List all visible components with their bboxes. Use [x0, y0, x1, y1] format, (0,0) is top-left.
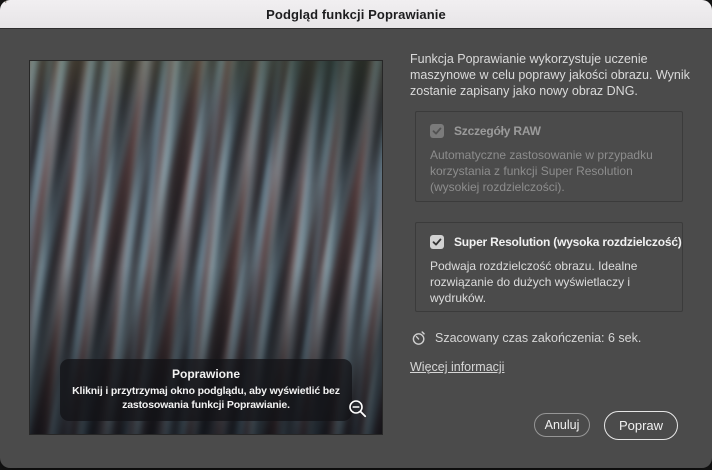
estimated-time-row: Szacowany czas zakończenia: 6 sek.	[411, 330, 641, 346]
enhanced-tooltip-badge: Poprawione Kliknij i przytrzymaj okno po…	[60, 359, 352, 421]
checkmark-icon	[432, 126, 442, 136]
estimated-time-text: Szacowany czas zakończenia: 6 sek.	[435, 331, 641, 345]
super-resolution-description: Podwaja rozdzielczość obrazu. Idealne ro…	[430, 258, 668, 306]
dialog-title: Podgląd funkcji Poprawianie	[266, 7, 446, 22]
raw-details-checkbox	[430, 124, 444, 138]
enhance-description: Funkcja Poprawianie wykorzystuje uczenie…	[410, 51, 702, 99]
zoom-out-magnifier-icon[interactable]	[347, 398, 369, 420]
badge-instruction: Kliknij i przytrzymaj okno podglądu, aby…	[70, 384, 342, 412]
close-icon[interactable]: ✕	[0, 0, 9, 7]
raw-details-label: Szczegóły RAW	[454, 124, 541, 138]
dialog-titlebar: ✕ Podgląd funkcji Poprawianie	[0, 0, 712, 29]
badge-title: Poprawione	[70, 367, 342, 381]
checkmark-icon	[432, 237, 442, 247]
more-info-link[interactable]: Więcej informacji	[410, 360, 504, 374]
stopwatch-icon	[411, 330, 427, 346]
option-super-resolution: Super Resolution (wysoka rozdzielczość) …	[415, 222, 683, 312]
option-raw-details: Szczegóły RAW Automatyczne zastosowanie …	[415, 111, 683, 202]
enhance-button[interactable]: Popraw	[604, 411, 678, 440]
cancel-button[interactable]: Anuluj	[534, 413, 590, 437]
super-resolution-checkbox[interactable]	[430, 235, 444, 249]
enhance-preview-image[interactable]: Poprawione Kliknij i przytrzymaj okno po…	[29, 60, 383, 435]
super-resolution-label: Super Resolution (wysoka rozdzielczość)	[454, 235, 682, 249]
enhance-preview-dialog: ✕ Podgląd funkcji Poprawianie Poprawione…	[0, 0, 712, 468]
raw-details-description: Automatyczne zastosowanie w przypadku ko…	[430, 147, 668, 195]
